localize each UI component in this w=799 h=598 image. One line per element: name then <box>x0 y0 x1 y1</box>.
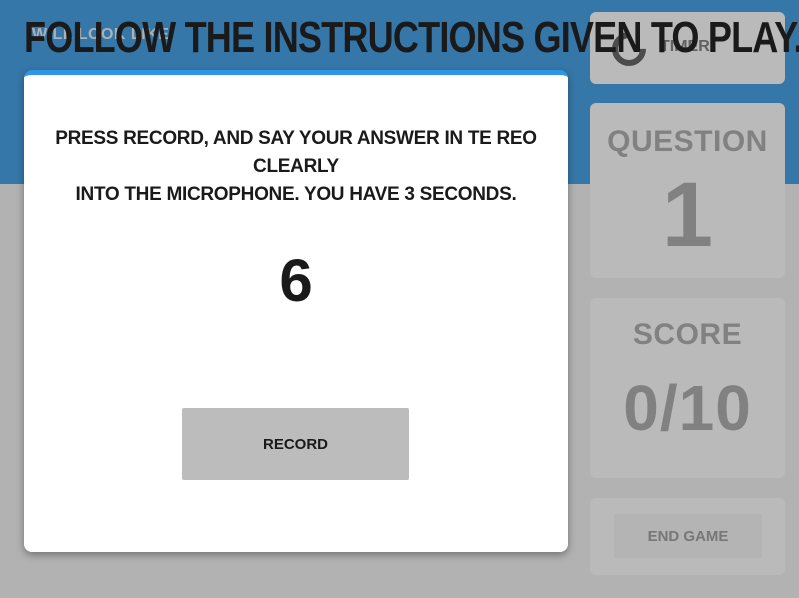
page-title: Follow the instructions given to play. <box>24 13 799 62</box>
record-button[interactable]: Record <box>182 408 409 480</box>
instructions-modal: Press record, and say your answer in Te … <box>24 70 568 552</box>
instruction-line-2: into the microphone. You have 3 seconds. <box>75 184 517 205</box>
instruction-line-1: Press record, and say your answer in Te … <box>55 128 537 177</box>
question-number-display: 6 <box>279 247 313 314</box>
modal-instructions: Press record, and say your answer in Te … <box>54 125 538 209</box>
